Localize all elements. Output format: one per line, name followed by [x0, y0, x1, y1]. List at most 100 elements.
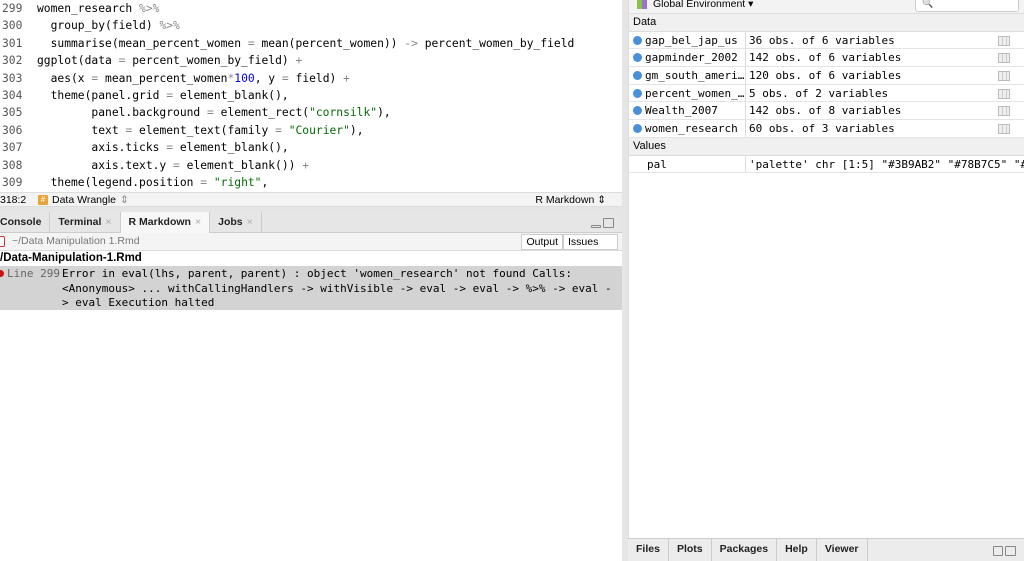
code-token: 100	[234, 71, 255, 85]
code-text: women_research %>%	[37, 0, 159, 17]
code-line[interactable]: 302 ggplot(data = percent_women_by_field)…	[0, 52, 622, 69]
code-token: mean(percent_women))	[254, 36, 405, 50]
files-pane-tabs: Files Plots Packages Help Viewer	[628, 538, 1024, 561]
code-token: =	[247, 36, 255, 50]
rmd-file-icon	[0, 236, 5, 247]
file-type-selector[interactable]: R Markdown ⇕	[535, 193, 606, 207]
code-line[interactable]: 304 theme(panel.grid = element_blank(),	[0, 87, 622, 104]
code-line[interactable]: 299 women_research %>%	[0, 0, 622, 17]
maximize-icon[interactable]	[603, 218, 614, 228]
object-name: percent_women_…	[645, 86, 745, 100]
expand-icon[interactable]	[633, 88, 642, 98]
line-number: 302	[2, 54, 23, 68]
data-row[interactable]: gm_south_ameri… 120 obs. of 6 variables	[629, 67, 1024, 85]
data-name: gap_bel_jap_us	[629, 31, 746, 49]
code-line[interactable]: 306 text = element_text(family = "Courie…	[0, 122, 622, 139]
code-line[interactable]: 303 aes(x = mean_percent_women*100, y = …	[0, 70, 622, 87]
code-text: ggplot(data = percent_women_by_field) +	[37, 52, 302, 69]
section-selector[interactable]: # Data Wrangle ⇕	[38, 193, 129, 207]
code-token: theme(legend.position	[37, 175, 201, 189]
code-text: axis.text.y = element_blank()) +	[37, 157, 309, 174]
code-token: element_blank(),	[173, 88, 289, 102]
close-icon[interactable]: ×	[247, 216, 253, 228]
error-line-link[interactable]: Line 299	[7, 267, 60, 282]
expand-icon[interactable]	[633, 106, 642, 116]
code-text: theme(panel.grid = element_blank(),	[37, 87, 289, 104]
code-token: +	[295, 54, 303, 68]
code-line[interactable]: 301 summarise(mean_percent_women = mean(…	[0, 35, 622, 52]
view-table-icon[interactable]	[998, 106, 1010, 117]
code-token: element_rect(	[213, 106, 310, 120]
data-name: women_research	[629, 120, 746, 138]
line-number: 306	[2, 123, 23, 137]
data-value: 5 obs. of 2 variables	[749, 86, 889, 100]
tab-plots[interactable]: Plots	[669, 539, 712, 561]
issues-button[interactable]: Issues	[563, 234, 618, 250]
expand-icon[interactable]	[633, 71, 642, 81]
code-token: +	[302, 158, 310, 172]
data-section-header: Data	[629, 14, 1024, 32]
tab-r-markdown[interactable]: R Markdown ×	[120, 212, 211, 233]
code-text: aes(x = mean_percent_women*100, y = fiel…	[37, 70, 350, 87]
maximize-icon[interactable]	[1005, 546, 1016, 556]
restore-icon[interactable]	[993, 546, 1003, 556]
view-table-icon[interactable]	[998, 53, 1010, 64]
value-value: 'palette' chr [1:5] "#3B9AB2" "#78B7C5" …	[749, 157, 1024, 171]
tab-help[interactable]: Help	[777, 539, 817, 561]
tab-terminal[interactable]: Terminal ×	[50, 212, 121, 233]
data-row[interactable]: percent_women_… 5 obs. of 2 variables	[629, 84, 1024, 103]
view-table-icon[interactable]	[998, 124, 1010, 135]
object-name: women_research	[645, 122, 738, 136]
editor-status-bar: 318:2 # Data Wrangle ⇕ R Markdown ⇕	[0, 192, 622, 207]
error-text: Error in eval(lhs, parent, parent) : obj…	[62, 267, 612, 309]
data-row[interactable]: Wealth_2007 142 obs. of 8 variables	[629, 102, 1024, 121]
view-table-icon[interactable]	[998, 88, 1010, 99]
expand-icon[interactable]	[633, 53, 642, 63]
environment-selector[interactable]: Global Environment ▾	[653, 0, 753, 9]
code-line[interactable]: 308 axis.text.y = element_blank()) +	[0, 157, 622, 174]
code-line[interactable]: 307 axis.ticks = element_blank(),	[0, 139, 622, 156]
object-name: gm_south_ameri…	[645, 69, 745, 83]
data-row[interactable]: gap_bel_jap_us 36 obs. of 6 variables	[629, 31, 1024, 50]
cursor-position: 318:2	[0, 194, 27, 206]
expand-icon[interactable]	[633, 35, 642, 45]
code-editor[interactable]: 299 women_research %>% 300 group_by(field)…	[0, 0, 622, 192]
code-line[interactable]: 309 theme(legend.position = "right",	[0, 174, 622, 191]
tab-jobs[interactable]: Jobs ×	[210, 212, 262, 233]
render-toolbar: ~/Data Manipulation 1.Rmd Output Issues	[0, 233, 622, 251]
data-row[interactable]: gapminder_2002 142 obs. of 6 variables	[629, 49, 1024, 68]
expand-icon[interactable]	[633, 124, 642, 134]
tab-files[interactable]: Files	[628, 539, 669, 561]
code-token: percent_women_by_field)	[125, 54, 296, 68]
line-number: 299	[2, 2, 23, 15]
view-table-icon[interactable]	[998, 71, 1010, 82]
view-table-icon[interactable]	[998, 35, 1010, 46]
environment-icon	[637, 0, 647, 9]
code-line[interactable]: 300 group_by(field) %>%	[0, 17, 622, 34]
code-text: theme(legend.position = "right",	[37, 174, 269, 191]
tab-label: R Markdown	[128, 216, 191, 228]
close-icon[interactable]: ×	[195, 216, 201, 228]
search-input[interactable]: 🔍	[915, 0, 1019, 12]
tab-packages[interactable]: Packages	[712, 539, 778, 561]
code-token: ggplot(data	[37, 54, 119, 68]
tab-viewer[interactable]: Viewer	[817, 539, 868, 561]
values-section-header: Values	[629, 137, 1024, 156]
tab-console[interactable]: Console	[0, 212, 51, 233]
code-token: theme(panel.grid	[37, 88, 167, 102]
code-token: %>%	[139, 2, 160, 15]
section-icon: #	[38, 195, 48, 205]
code-token: summarise(mean_percent_women	[37, 36, 248, 50]
code-token: =	[173, 158, 180, 172]
output-button[interactable]: Output	[521, 234, 563, 250]
code-token: %>%	[159, 19, 180, 33]
code-token: ),	[349, 123, 364, 137]
line-number: 308	[2, 158, 23, 172]
close-icon[interactable]: ×	[105, 216, 111, 228]
minimize-icon[interactable]	[591, 225, 601, 228]
data-row[interactable]: women_research 60 obs. of 3 variables	[629, 120, 1024, 138]
code-line[interactable]: 305 panel.background = element_rect("cor…	[0, 104, 622, 121]
data-value: 142 obs. of 6 variables	[749, 51, 902, 65]
code-token: group_by(field)	[37, 19, 160, 33]
code-token: =	[275, 123, 282, 137]
